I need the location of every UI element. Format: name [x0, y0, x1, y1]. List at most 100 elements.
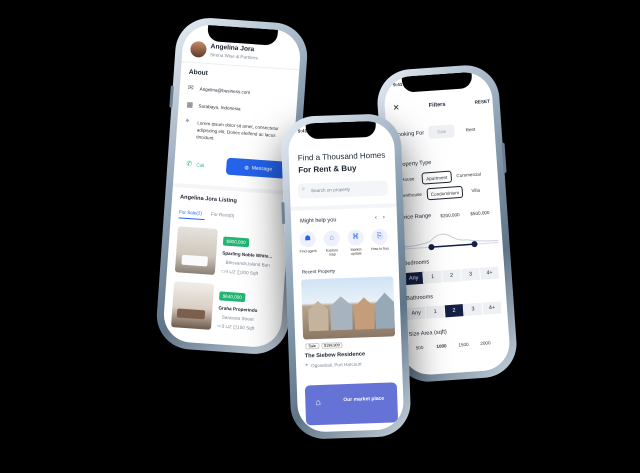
building-icon: ▦: [186, 101, 194, 110]
price-histogram: [402, 233, 499, 251]
price-range-label: Price Range: [400, 213, 432, 222]
category-market-update[interactable]: ⌘ Market update: [345, 229, 366, 256]
area: 200 Sqft: [240, 269, 259, 277]
price-tag: $199,900: [320, 342, 343, 349]
promo-banner[interactable]: ⌂ Our market place: [304, 382, 399, 426]
profile-email[interactable]: Angelina@business.com: [200, 87, 251, 96]
bedroom-option[interactable]: Any: [404, 271, 425, 286]
phone-icon: ✆: [186, 160, 193, 169]
location-pin-icon: ⌖: [185, 117, 190, 125]
promo-text: Our market place: [343, 395, 385, 404]
market-icon: ⌘: [347, 229, 364, 246]
size-option[interactable]: 2000: [475, 336, 496, 349]
home-icon: ⌂: [315, 396, 321, 408]
bathroom-option[interactable]: 1: [425, 305, 446, 319]
category-label: Explore map: [325, 248, 339, 257]
beds: 4: [225, 268, 229, 274]
close-icon[interactable]: ✕: [392, 103, 399, 112]
agent-icon: ☗: [299, 231, 316, 248]
chevron-right-icon[interactable]: ›: [383, 215, 385, 221]
headline-line-1: Find a Thousand Homes: [297, 150, 386, 163]
reset-button[interactable]: RESET: [474, 99, 490, 105]
tab-for-rent[interactable]: For Rent(0): [211, 212, 235, 219]
power-button: [501, 142, 507, 173]
property-title[interactable]: The Siebew Residence: [305, 351, 365, 359]
profile-screen: Angelina Jora Sirena Wise & Partners Abo…: [162, 23, 302, 349]
category-label: Find agent: [299, 249, 317, 254]
property-tags: Sale $199,900: [305, 342, 343, 350]
avatar[interactable]: [189, 40, 207, 58]
tab-for-sale[interactable]: For Sale(2): [179, 209, 202, 216]
category-explore-map[interactable]: ⌂ Explore map: [321, 230, 342, 257]
volume-button: [281, 202, 286, 225]
map-icon: ⌂: [323, 230, 340, 247]
bedroom-option[interactable]: 4+: [480, 266, 500, 280]
about-heading: About: [188, 68, 209, 78]
type-apartment[interactable]: Apartment: [421, 170, 453, 185]
price-slider-max-thumb[interactable]: [471, 241, 478, 248]
bedroom-option[interactable]: 2: [442, 269, 463, 283]
call-button[interactable]: Call: [196, 162, 204, 168]
recent-heading: Recent Property: [301, 268, 336, 275]
size-option[interactable]: 500: [409, 341, 430, 353]
listing-address: Blessands,Island Ban: [225, 259, 270, 268]
headline-line-2: For Rent & Buy: [298, 163, 357, 175]
section-gap: [290, 203, 397, 211]
chevron-left-icon[interactable]: ‹: [375, 215, 377, 221]
bathroom-option[interactable]: 2: [444, 304, 465, 318]
search-input[interactable]: ⌕ Search on property: [297, 180, 389, 199]
looking-option-sale[interactable]: Sale: [428, 124, 455, 139]
status-time: 9:41: [393, 81, 403, 88]
bathroom-option[interactable]: 4+: [482, 301, 503, 315]
profile-company: Sirena Wise & Partners: [209, 52, 258, 61]
bathrooms-selector: Any 1 2 3 4+: [406, 301, 503, 320]
listing-heading: Angelina Jora Listing: [179, 194, 238, 205]
price-range-fill: [431, 243, 475, 248]
area: 150 Sqft: [236, 324, 255, 331]
bathroom-option[interactable]: 3: [463, 302, 484, 317]
category-label: Market update: [350, 247, 362, 256]
listing-address: Sarasota Street: [221, 314, 254, 322]
size-option[interactable]: 1500: [453, 338, 474, 350]
type-villa[interactable]: Villa: [466, 184, 486, 196]
buy-icon: ⎘: [371, 228, 388, 246]
category-find-agent[interactable]: ☗ Find agent: [297, 231, 318, 258]
listing-title[interactable]: Sparling Noble White...: [222, 250, 272, 258]
price-slider-min-thumb[interactable]: [428, 244, 435, 251]
home-screen: 9:41 Find a Thousand Homes For Rent & Bu…: [287, 120, 405, 433]
price-badge: $640,000: [218, 291, 246, 303]
notch: [305, 120, 377, 140]
size-area-label: Size Area (sqft): [408, 329, 448, 338]
profile-bio: Lorem ipsum dolor sit amet, consectetur …: [196, 120, 279, 141]
type-commercial[interactable]: Commercial: [453, 168, 484, 181]
baths: 2: [228, 324, 232, 330]
type-condominium[interactable]: Condominium: [426, 185, 464, 201]
price-min: $200,000: [440, 212, 460, 219]
message-label: Message: [251, 164, 273, 173]
bathroom-option[interactable]: Any: [406, 306, 427, 320]
property-location: Ogosebali, Port Harcourt: [311, 361, 362, 369]
price-max: $500,000: [470, 210, 490, 217]
phone-home: 9:41 Find a Thousand Homes For Rent & Bu…: [280, 113, 412, 440]
bedroom-option[interactable]: 1: [423, 270, 444, 284]
section-gap: [172, 182, 291, 196]
bathrooms-label: Bathrooms: [405, 294, 434, 303]
size-option[interactable]: 1000: [431, 339, 452, 352]
location-pin-icon: ⌖: [304, 362, 309, 369]
volume-button: [169, 85, 174, 108]
category-how-to-buy[interactable]: ⎘ How to buy: [369, 228, 390, 255]
chat-icon: ◍: [244, 164, 250, 171]
listing-title[interactable]: Graha Properindo: [218, 305, 257, 313]
sale-tag: Sale: [305, 342, 320, 350]
listing-photo[interactable]: [171, 281, 215, 330]
listing-photo[interactable]: [174, 226, 218, 276]
looking-option-rent[interactable]: Rent: [458, 122, 483, 137]
category-row: ☗ Find agent ⌂ Explore map ⌘ Market upda…: [297, 228, 390, 257]
search-icon: ⌕: [301, 186, 306, 193]
bedroom-option[interactable]: 3: [461, 267, 482, 282]
tab-underline: [178, 217, 205, 221]
beds: 3: [221, 323, 225, 329]
price-badge: $900,000: [222, 236, 250, 248]
help-heading: Might help you: [299, 217, 337, 225]
property-photo[interactable]: [301, 276, 396, 340]
